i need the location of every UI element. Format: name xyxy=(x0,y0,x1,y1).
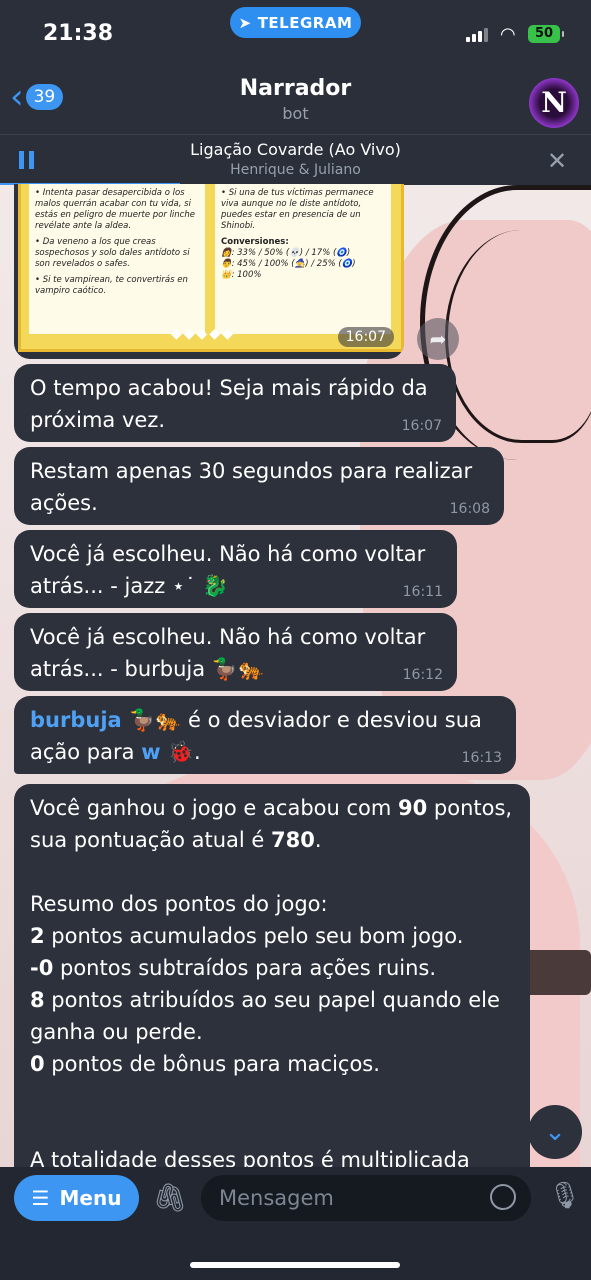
cellular-signal-icon xyxy=(466,28,488,42)
clock: 21:38 xyxy=(43,21,114,46)
wifi-icon: ◠ xyxy=(500,24,516,45)
message-bubble[interactable]: Você já escolheu. Não há como voltar atr… xyxy=(14,530,457,608)
status-bar: 21:38 ➤ TELEGRAM ◠ 50 xyxy=(0,0,591,68)
attach-icon[interactable]: 🖇 xyxy=(152,1181,188,1214)
photo-message[interactable]: • Intenta pasar desapercibida o los malo… xyxy=(14,184,404,359)
message-text: Você já escolheu. Não há como voltar atr… xyxy=(30,625,426,681)
forward-icon: ➦ xyxy=(429,327,447,351)
message-time: 16:08 xyxy=(449,501,490,517)
message-time: 16:12 xyxy=(402,667,443,683)
wallpaper-hair-stroke xyxy=(445,230,591,443)
wallpaper-dark-patch xyxy=(520,950,591,995)
microphone-icon[interactable]: 🎙 xyxy=(548,1181,581,1211)
summary-line: -0 pontos subtraídos para ações ruins. xyxy=(30,956,437,980)
home-indicator xyxy=(190,1262,400,1268)
message-text: Você já escolheu. Não há como voltar atr… xyxy=(30,542,426,598)
track-title: Ligação Covarde (Ao Vivo) xyxy=(190,140,401,159)
share-button[interactable]: ➦ xyxy=(417,318,459,360)
summary-line: 8 pontos atribuídos ao seu papel quando … xyxy=(30,988,500,1044)
message-time: 16:07 xyxy=(401,418,442,434)
book-right-page: • Si una de tus víctimas permanece viva … xyxy=(215,184,391,334)
message-bubble[interactable]: burbuja 🦆🐅 é o desviador e desviou sua a… xyxy=(14,696,516,774)
message-time: 16:07 xyxy=(337,327,394,347)
chevron-down-icon: ⌄ xyxy=(544,1117,566,1147)
chat-header: ‹ 39 Narrador bot N xyxy=(0,68,591,134)
chat-title[interactable]: Narrador xyxy=(0,76,591,101)
game-result-message[interactable]: Você ganhou o jogo e acabou com 90 ponto… xyxy=(14,784,530,1204)
message-bubble[interactable]: Restam apenas 30 segundos para realizar … xyxy=(14,447,504,525)
avatar[interactable]: N xyxy=(529,78,579,128)
close-icon[interactable]: ✕ xyxy=(547,147,567,175)
user-mention-link[interactable]: w 🐞 xyxy=(141,740,194,764)
telegram-pill[interactable]: ➤ TELEGRAM xyxy=(230,7,361,38)
message-time: 16:11 xyxy=(402,584,443,600)
menu-button[interactable]: ☰ Menu xyxy=(14,1175,139,1221)
paper-plane-icon: ➤ xyxy=(238,13,252,32)
scroll-down-button[interactable]: ⌄ xyxy=(528,1105,582,1159)
music-player-bar[interactable]: Ligação Covarde (Ao Vivo) Henrique & Jul… xyxy=(0,134,591,185)
message-bubble[interactable]: Você já escolheu. Não há como voltar atr… xyxy=(14,613,457,691)
user-mention-link[interactable]: burbuja 🦆🐅 xyxy=(30,708,181,732)
message-bubble[interactable]: O tempo acabou! Seja mais rápido da próx… xyxy=(14,364,456,442)
menu-icon: ☰ xyxy=(31,1186,50,1210)
sticker-icon[interactable] xyxy=(490,1184,516,1210)
summary-title: Resumo dos pontos do jogo: xyxy=(30,892,328,916)
result-paragraph: Você ganhou o jogo e acabou com 90 ponto… xyxy=(30,796,513,852)
message-input[interactable]: Mensagem xyxy=(201,1175,531,1221)
message-text: Restam apenas 30 segundos para realizar … xyxy=(30,459,473,515)
book-left-page: • Intenta pasar desapercibida o los malo… xyxy=(29,184,205,334)
message-text: O tempo acabou! Seja mais rápido da próx… xyxy=(30,376,428,432)
summary-line: 0 pontos de bônus para maciços. xyxy=(30,1052,380,1076)
track-artist: Henrique & Juliano xyxy=(230,162,361,178)
chat-subtitle: bot xyxy=(282,104,309,123)
message-time: 16:13 xyxy=(461,750,502,766)
composer-bar: ☰ Menu 🖇 Mensagem 🎙 xyxy=(0,1167,591,1280)
summary-line: 2 pontos acumulados pelo seu bom jogo. xyxy=(30,924,464,948)
book-ornament: ◆◆◆◆◆ xyxy=(171,326,235,342)
battery-icon: 50 xyxy=(528,25,564,43)
